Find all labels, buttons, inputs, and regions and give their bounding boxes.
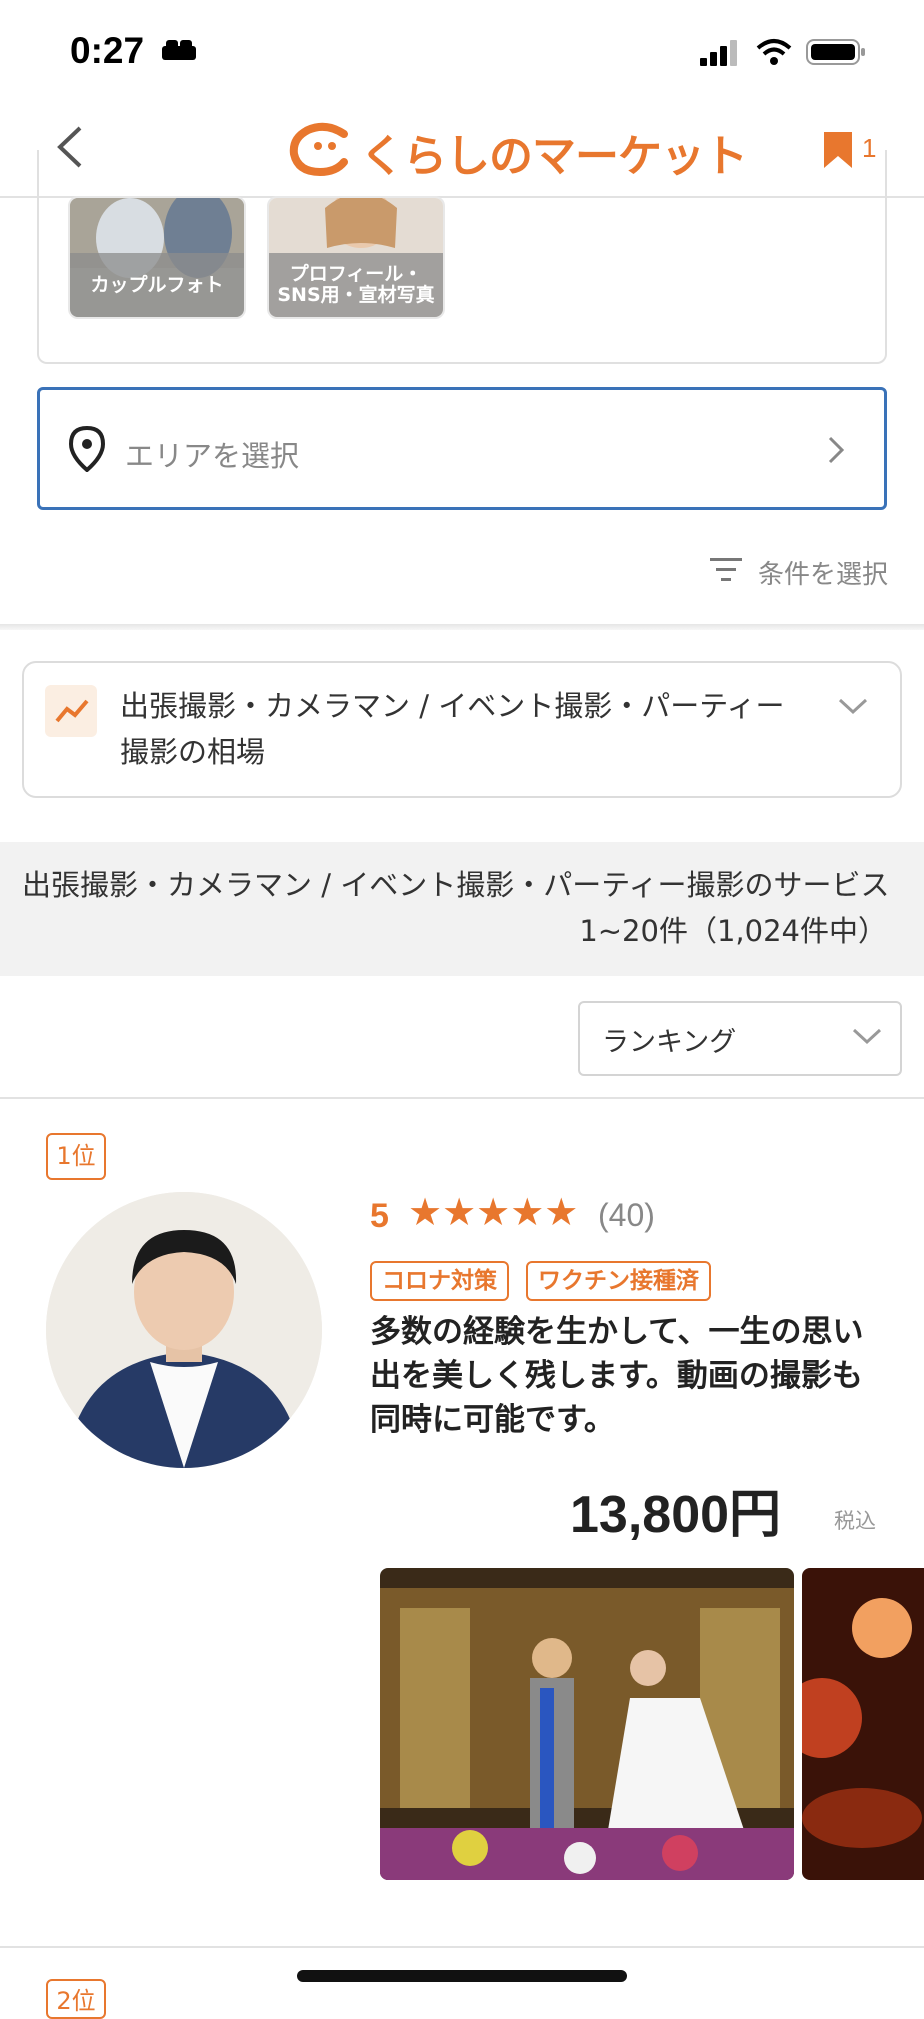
service-price: 13,800円: [570, 1486, 782, 1544]
concert-photo-image: [802, 1568, 924, 1880]
rating-score: 5: [370, 1197, 389, 1235]
sleep-mode-icon: [162, 40, 196, 60]
market-price-label: 出張撮影・カメラマン / イベント撮影・パーティー撮影の相場: [120, 689, 785, 769]
category-label: プロフィール・SNS用・宣材写真: [269, 253, 443, 317]
chevron-right-icon: [828, 436, 845, 464]
rating-stars: ★★★★★: [408, 1190, 579, 1234]
home-indicator: [297, 1970, 627, 1982]
status-bar: 0:27: [0, 0, 924, 100]
location-pin-icon: [68, 426, 106, 472]
avatar[interactable]: [46, 1192, 322, 1468]
service-description[interactable]: 多数の経験を生かして、一生の思い出を美しく残します。動画の撮影も同時に可能です。: [370, 1310, 870, 1442]
result-count: 1~20件（1,024件中）: [579, 914, 887, 948]
tag-badge: ワクチン接種済: [526, 1261, 711, 1301]
list-title: 出張撮影・カメラマン / イベント撮影・パーティー撮影のサービス: [22, 868, 890, 902]
status-time: 0:27: [70, 30, 145, 71]
battery-icon: [806, 39, 865, 65]
sort-selected-value: ランキング: [602, 1027, 737, 1058]
trend-icon: [45, 685, 97, 737]
avatar-image: [46, 1192, 322, 1468]
wedding-photo-image: [380, 1568, 794, 1880]
filter-button[interactable]: 条件を選択: [758, 554, 888, 591]
wifi-icon: [756, 39, 792, 65]
divider: [0, 1946, 924, 1948]
divider: [0, 1097, 924, 1099]
review-count: (40): [598, 1197, 655, 1233]
service-photo[interactable]: [802, 1568, 924, 1880]
filter-icon[interactable]: [708, 556, 744, 584]
area-select-placeholder: エリアを選択: [125, 439, 300, 473]
category-couple-photo[interactable]: カップルフォト: [68, 196, 246, 319]
rank-badge: 2位: [46, 1979, 106, 2019]
signal-icon: [700, 40, 737, 66]
divider: [0, 624, 924, 630]
chevron-down-icon: [852, 1028, 882, 1045]
service-photo[interactable]: [380, 1568, 794, 1880]
tax-label: 税込: [834, 1509, 876, 1533]
category-profile-photo[interactable]: プロフィール・SNS用・宣材写真: [267, 196, 445, 319]
rank-badge: 1位: [46, 1133, 106, 1180]
chevron-down-icon: [838, 698, 868, 715]
category-label: カップルフォト: [70, 253, 244, 317]
tag-badge: コロナ対策: [370, 1261, 509, 1301]
